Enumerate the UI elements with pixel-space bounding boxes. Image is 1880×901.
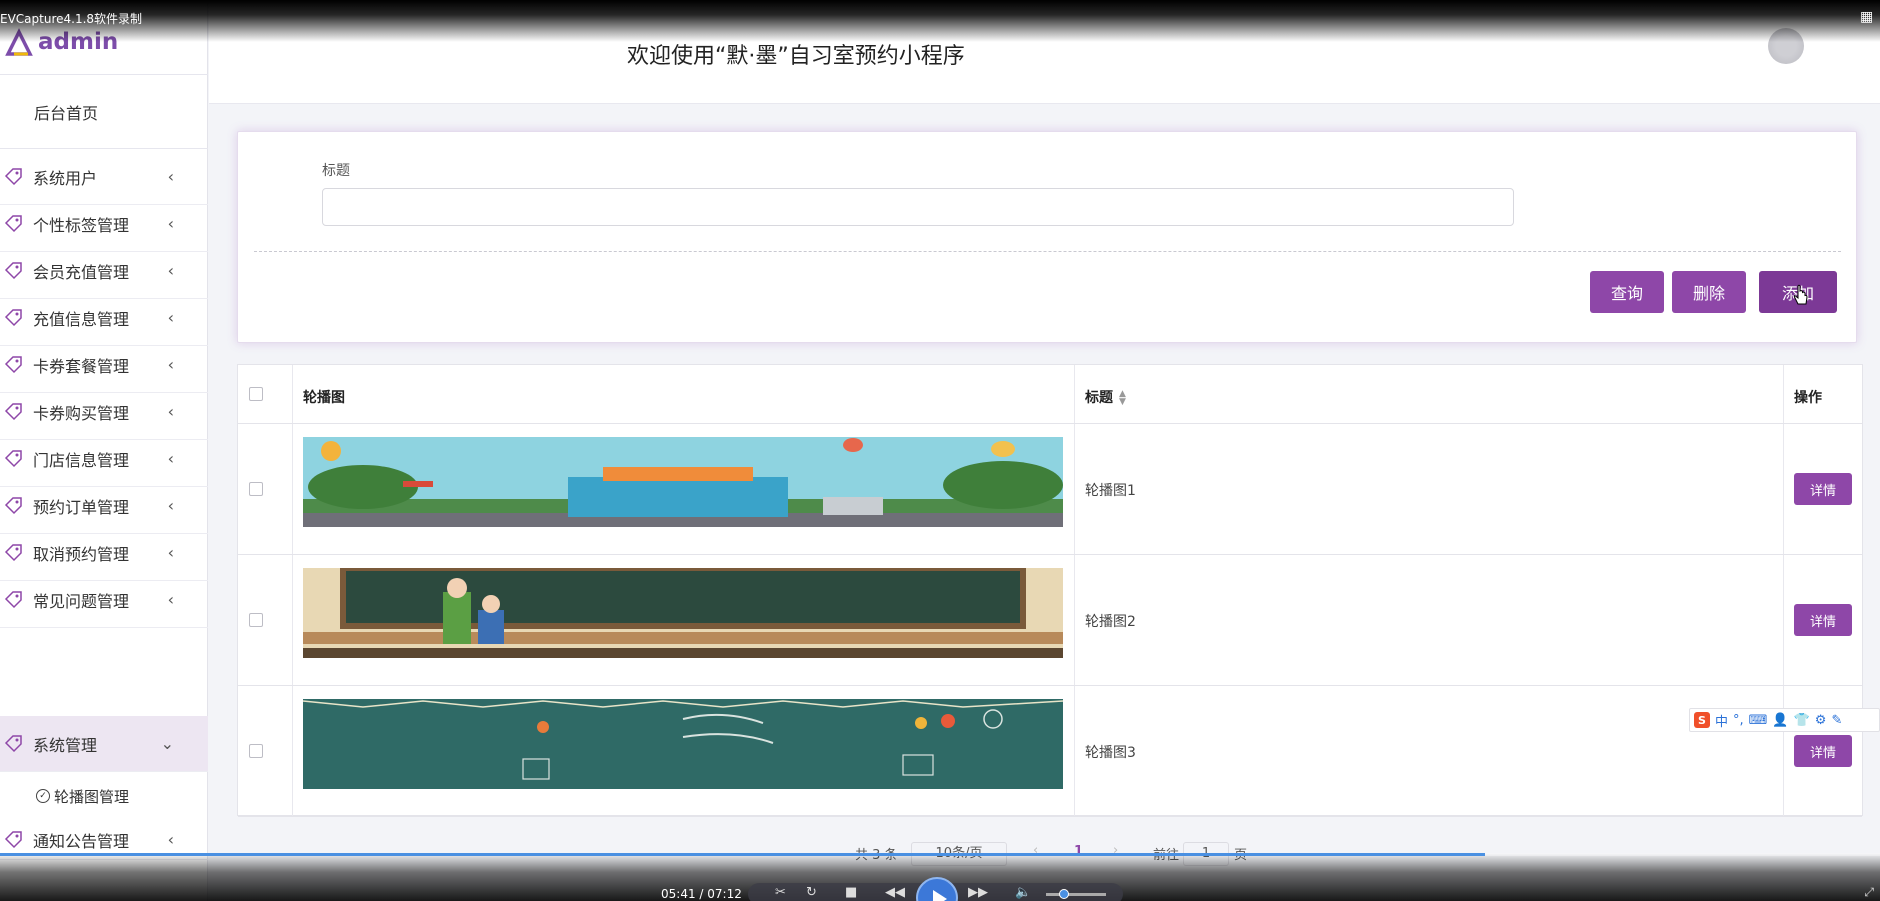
column-header-image: 轮播图 xyxy=(303,390,345,406)
tag-icon xyxy=(4,831,22,849)
tag-icon xyxy=(4,735,22,753)
carousel-image-classroom xyxy=(303,568,1063,658)
sidebar-item-label: 会员充值管理 xyxy=(33,262,130,282)
chevron-left-icon: ‹ xyxy=(167,543,174,562)
tag-icon xyxy=(4,497,22,515)
detail-button[interactable]: 详情 xyxy=(1794,473,1852,505)
tag-icon xyxy=(4,450,22,468)
repeat-icon[interactable]: ↻ xyxy=(806,885,817,901)
chevron-left-icon: ‹ xyxy=(167,214,174,233)
table-row: 轮播图3 详情 xyxy=(238,686,1862,817)
sidebar-item-label: 通知公告管理 xyxy=(33,831,130,851)
chevron-left-icon: ‹ xyxy=(167,402,174,421)
row-title: 轮播图3 xyxy=(1085,745,1136,761)
tag-icon xyxy=(4,403,22,421)
tag-icon xyxy=(4,544,22,562)
volume-slider[interactable] xyxy=(1046,893,1106,896)
table-header: 轮播图 标题 ▲ ▼ 操作 xyxy=(238,365,1862,424)
row-title: 轮播图1 xyxy=(1085,483,1136,499)
row-checkbox[interactable] xyxy=(249,613,263,627)
sidebar-subitem-label: 轮播图管理 xyxy=(54,787,130,806)
ime-language-toggle[interactable]: 中 xyxy=(1715,711,1728,730)
chevron-left-icon: ‹ xyxy=(167,261,174,280)
divider xyxy=(254,251,1841,252)
fullscreen-icon[interactable]: ⤢ xyxy=(1864,885,1874,900)
progress-track[interactable] xyxy=(0,853,1880,856)
playback-time: 05:41 / 07:12 xyxy=(661,887,742,901)
volume-knob[interactable] xyxy=(1059,889,1069,899)
select-all-checkbox[interactable] xyxy=(249,387,263,401)
chevron-left-icon: ‹ xyxy=(167,590,174,609)
carousel-image-school xyxy=(303,437,1063,527)
play-button[interactable] xyxy=(916,877,958,901)
sidebar-item-label: 预约订单管理 xyxy=(33,497,130,517)
tag-icon xyxy=(4,356,22,374)
tag-icon xyxy=(4,168,22,186)
table-row: 轮播图2 详情 xyxy=(238,555,1862,686)
sidebar-item-label: 取消预约管理 xyxy=(33,544,130,564)
volume-icon[interactable]: 🔈 xyxy=(1015,885,1031,901)
sidebar-item-system-management[interactable]: 系统管理 ⌄ xyxy=(0,716,208,772)
column-header-title[interactable]: 标题 ▲ ▼ xyxy=(1085,387,1126,407)
recorder-overlay: EVCapture4.1.8软件录制 ▦ xyxy=(0,0,1880,42)
sidebar-item-label: 充值信息管理 xyxy=(33,309,130,329)
cursor-icon xyxy=(1793,284,1808,305)
chevron-left-icon: ‹ xyxy=(167,308,174,327)
tag-icon xyxy=(4,262,22,280)
rewind-icon[interactable]: ◀◀ xyxy=(885,885,905,901)
progress-fill xyxy=(0,853,1486,856)
detail-button[interactable]: 详情 xyxy=(1794,735,1852,767)
search-panel: 标题 查询 删除 添加 xyxy=(237,131,1857,343)
sidebar-item-home[interactable]: 后台首页 xyxy=(0,75,208,149)
sidebar-item-label: 常见问题管理 xyxy=(33,591,130,611)
table-row: 轮播图1 详情 xyxy=(238,424,1862,555)
title-search-input[interactable] xyxy=(322,188,1514,226)
sidebar-item-label: 门店信息管理 xyxy=(33,450,130,470)
recorder-label: EVCapture4.1.8软件录制 xyxy=(0,12,143,26)
chevron-left-icon: ‹ xyxy=(167,830,174,849)
tag-icon xyxy=(4,215,22,233)
sidebar-item-label: 系统用户 xyxy=(33,168,98,188)
sort-icon[interactable]: ▲ ▼ xyxy=(1119,390,1126,407)
sidebar-item-label: 卡券购买管理 xyxy=(33,403,130,423)
chevron-down-icon: ⌄ xyxy=(160,734,174,753)
chevron-left-icon: ‹ xyxy=(167,496,174,515)
check-circle-icon: ✓ xyxy=(36,789,50,803)
chevron-left-icon: ‹ xyxy=(167,449,174,468)
sidebar-item-label: 个性标签管理 xyxy=(33,215,130,235)
tools-icon[interactable]: ✎ xyxy=(1831,713,1842,728)
scissors-icon[interactable]: ✂ xyxy=(775,885,786,901)
sidebar-item-faq[interactable]: 常见问题管理 ‹ xyxy=(0,572,208,628)
sidebar: admin 后台首页 系统用户 ‹ 个性标签管理 ‹ 会员充值管理 ‹ 充值信息… xyxy=(0,0,208,901)
detail-button[interactable]: 详情 xyxy=(1794,604,1852,636)
sidebar-item-label: 卡券套餐管理 xyxy=(33,356,130,376)
stop-icon[interactable]: ■ xyxy=(845,885,857,901)
chevron-left-icon: ‹ xyxy=(167,355,174,374)
title-field-label: 标题 xyxy=(322,163,350,179)
settings-icon[interactable]: ⚙ xyxy=(1815,713,1827,728)
delete-button[interactable]: 删除 xyxy=(1672,271,1746,313)
chevron-left-icon: ‹ xyxy=(167,167,174,186)
skin-icon[interactable]: 👕 xyxy=(1794,713,1810,728)
grid-icon[interactable]: ▦ xyxy=(1860,9,1876,25)
carousel-image-chalkboard xyxy=(303,699,1063,789)
keyboard-icon[interactable]: ⌨ xyxy=(1749,713,1768,728)
query-button[interactable]: 查询 xyxy=(1590,271,1664,313)
row-checkbox[interactable] xyxy=(249,744,263,758)
ime-toolbar[interactable]: S 中 °, ⌨ 👤 👕 ⚙ ✎ xyxy=(1689,708,1880,732)
sidebar-subitem-carousel[interactable]: ✓ 轮播图管理 xyxy=(0,776,208,816)
sidebar-item-label: 系统管理 xyxy=(33,735,98,755)
punctuation-icon[interactable]: °, xyxy=(1733,713,1744,728)
tag-icon xyxy=(4,591,22,609)
sogou-icon[interactable]: S xyxy=(1694,712,1710,728)
row-checkbox[interactable] xyxy=(249,482,263,496)
page-title: 欢迎使用“默·墨”自习室预约小程序 xyxy=(627,44,965,69)
row-title: 轮播图2 xyxy=(1085,614,1136,630)
column-header-actions: 操作 xyxy=(1794,390,1822,406)
carousel-table: 轮播图 标题 ▲ ▼ 操作 轮播图1 详情 轮播图2 详情 轮播图3 详情 xyxy=(237,364,1863,817)
fast-forward-icon[interactable]: ▶▶ xyxy=(968,885,988,901)
user-icon[interactable]: 👤 xyxy=(1772,713,1788,728)
player-bar: 05:41 / 07:12 ✂ ↻ ■ ◀◀ ▶▶ 🔈 ⤢ xyxy=(0,853,1880,901)
tag-icon xyxy=(4,309,22,327)
